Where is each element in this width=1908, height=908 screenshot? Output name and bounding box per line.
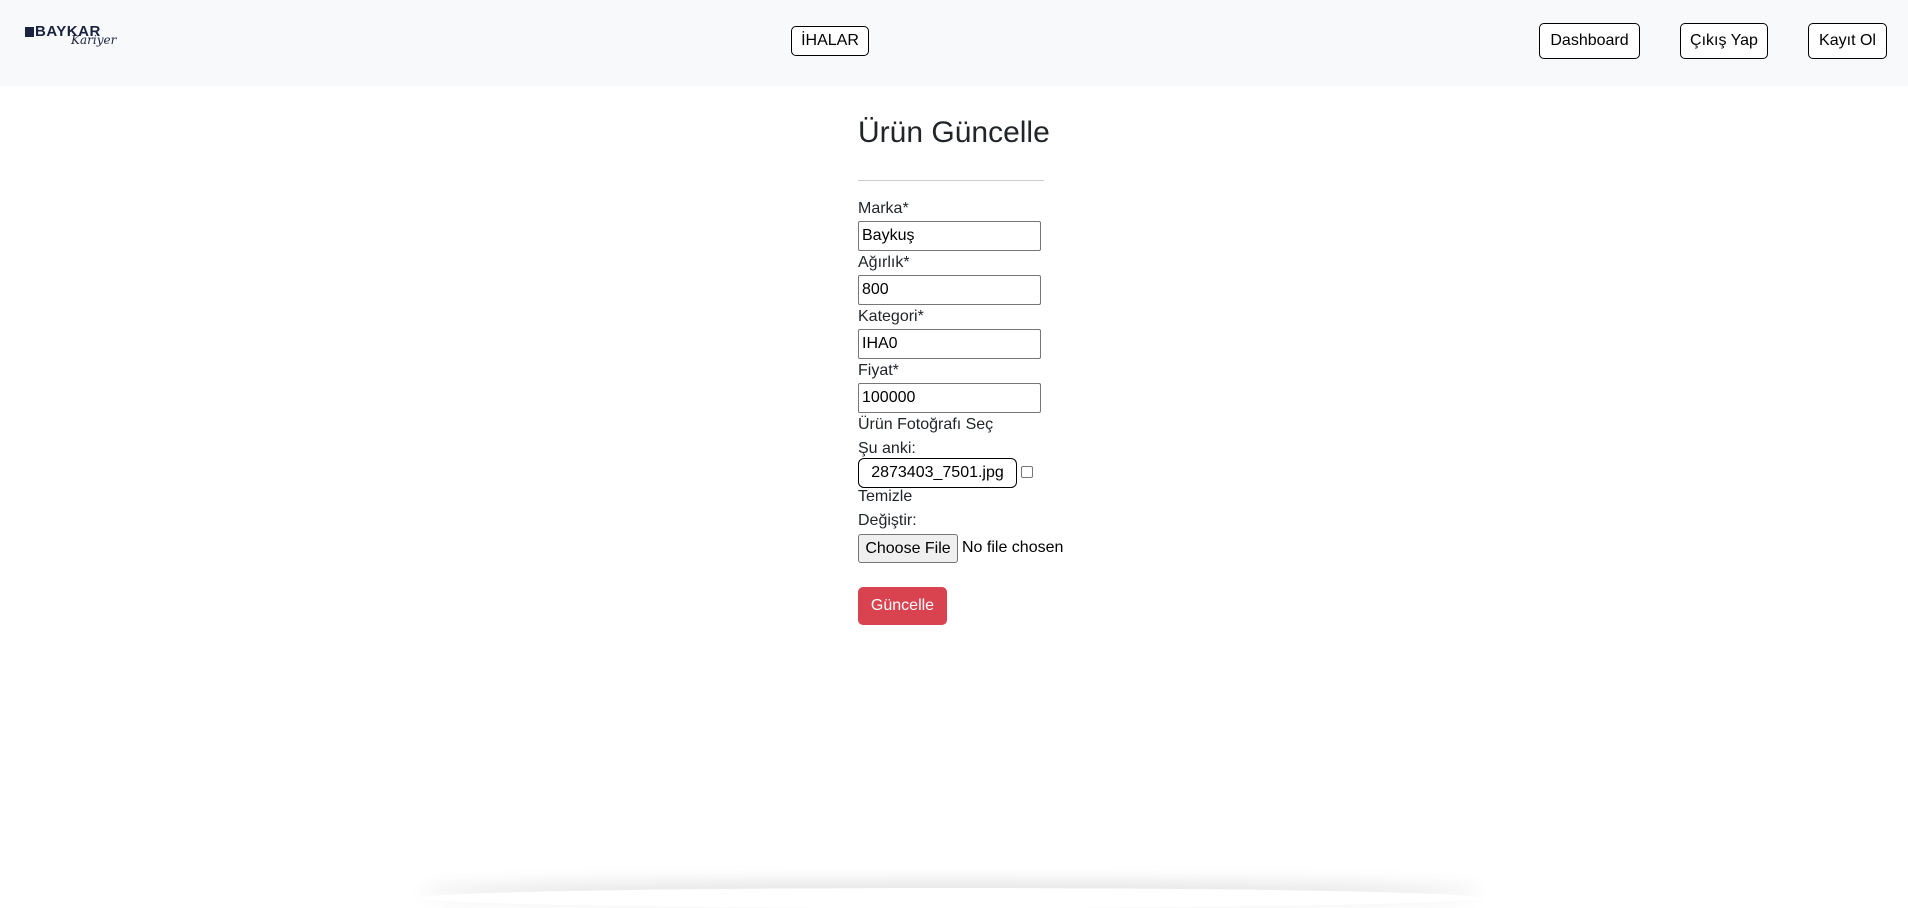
price-label: Fiyat*: [858, 362, 899, 379]
nav-ihalar-link[interactable]: İHALAR: [791, 26, 869, 56]
change-photo-label: Değiştir:: [858, 512, 917, 529]
photo-label: Ürün Fotoğrafı Seç: [858, 416, 994, 433]
dashboard-button[interactable]: Dashboard: [1539, 23, 1640, 59]
current-photo-label: Şu anki:: [858, 440, 916, 457]
bottom-shadow: [420, 888, 1480, 908]
price-input[interactable]: [858, 383, 1041, 413]
logo-script: Kariyer: [71, 33, 117, 47]
weight-label: Ağırlık*: [858, 254, 910, 271]
category-input[interactable]: [858, 329, 1041, 359]
page-title: Ürün Güncelle: [858, 116, 1050, 149]
choose-file-button[interactable]: Choose File: [858, 534, 958, 563]
category-label: Kategori*: [858, 308, 924, 325]
logo-mark-icon: [25, 27, 34, 37]
clear-photo-checkbox[interactable]: [1021, 466, 1033, 478]
clear-photo-label: Temizle: [858, 488, 913, 505]
brand-input[interactable]: [858, 221, 1041, 251]
current-photo-link[interactable]: 2873403_7501.jpg: [858, 458, 1017, 488]
brand-label: Marka*: [858, 200, 909, 217]
navbar: BAYKAR Kariyer İHALAR Dashboard Çıkış Ya…: [0, 0, 1908, 86]
weight-input[interactable]: [858, 275, 1041, 305]
register-button[interactable]: Kayıt Ol: [1808, 23, 1887, 59]
update-button[interactable]: Güncelle: [858, 587, 947, 625]
title-divider: [858, 180, 1044, 181]
file-status-text: No file chosen: [962, 539, 1064, 556]
baykar-logo[interactable]: BAYKAR Kariyer: [25, 22, 117, 58]
logout-button[interactable]: Çıkış Yap: [1680, 23, 1768, 59]
